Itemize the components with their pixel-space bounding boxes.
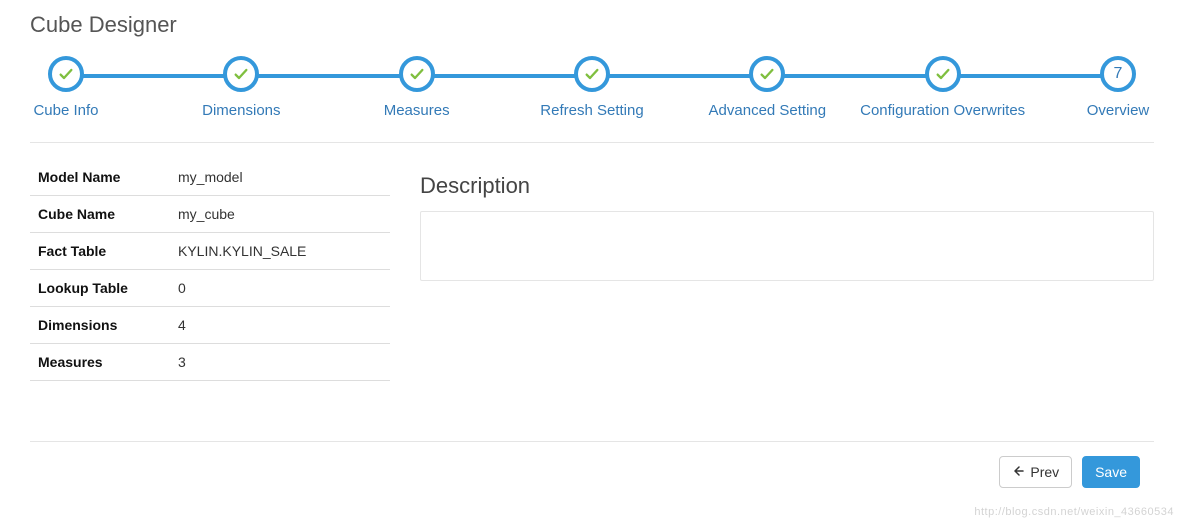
table-key: Cube Name: [30, 196, 170, 233]
divider: [30, 142, 1154, 143]
step-1[interactable]: Cube Info: [0, 56, 156, 119]
table-key: Measures: [30, 344, 170, 381]
description-heading: Description: [420, 173, 1154, 199]
check-icon: [223, 56, 259, 92]
check-icon: [925, 56, 961, 92]
step-label: Dimensions: [151, 102, 331, 119]
step-label: Overview: [1028, 102, 1184, 119]
prev-button-label: Prev: [1030, 464, 1059, 480]
step-label: Advanced Setting: [677, 102, 857, 119]
step-2[interactable]: Dimensions: [151, 56, 331, 119]
step-label: Measures: [327, 102, 507, 119]
table-row: Fact TableKYLIN.KYLIN_SALE: [30, 233, 390, 270]
step-6[interactable]: Configuration Overwrites: [853, 56, 1033, 119]
step-7[interactable]: 7 Overview: [1028, 56, 1184, 119]
table-key: Fact Table: [30, 233, 170, 270]
watermark: http://blog.csdn.net/weixin_43660534: [974, 506, 1174, 518]
table-value: my_model: [170, 159, 390, 196]
table-value: my_cube: [170, 196, 390, 233]
cube-summary-table: Model Namemy_modelCube Namemy_cubeFact T…: [30, 159, 390, 381]
check-icon: [399, 56, 435, 92]
step-label: Configuration Overwrites: [853, 102, 1033, 119]
table-key: Dimensions: [30, 307, 170, 344]
step-number: 7: [1100, 56, 1136, 92]
check-icon: [48, 56, 84, 92]
step-3[interactable]: Measures: [327, 56, 507, 119]
description-box: [420, 211, 1154, 281]
page-title: Cube Designer: [30, 12, 1154, 38]
footer-divider: [30, 441, 1154, 442]
table-value: KYLIN.KYLIN_SALE: [170, 233, 390, 270]
table-row: Cube Namemy_cube: [30, 196, 390, 233]
table-key: Model Name: [30, 159, 170, 196]
arrow-left-icon: [1012, 464, 1024, 480]
table-row: Dimensions4: [30, 307, 390, 344]
stepper: Cube InfoDimensionsMeasuresRefresh Setti…: [66, 56, 1118, 116]
table-value: 3: [170, 344, 390, 381]
check-icon: [749, 56, 785, 92]
table-row: Lookup Table0: [30, 270, 390, 307]
step-label: Refresh Setting: [502, 102, 682, 119]
check-icon: [574, 56, 610, 92]
prev-button[interactable]: Prev: [999, 456, 1072, 488]
step-5[interactable]: Advanced Setting: [677, 56, 857, 119]
table-value: 4: [170, 307, 390, 344]
table-value: 0: [170, 270, 390, 307]
step-label: Cube Info: [0, 102, 156, 119]
table-row: Measures3: [30, 344, 390, 381]
table-row: Model Namemy_model: [30, 159, 390, 196]
step-4[interactable]: Refresh Setting: [502, 56, 682, 119]
table-key: Lookup Table: [30, 270, 170, 307]
save-button-label: Save: [1095, 464, 1127, 480]
save-button[interactable]: Save: [1082, 456, 1140, 488]
